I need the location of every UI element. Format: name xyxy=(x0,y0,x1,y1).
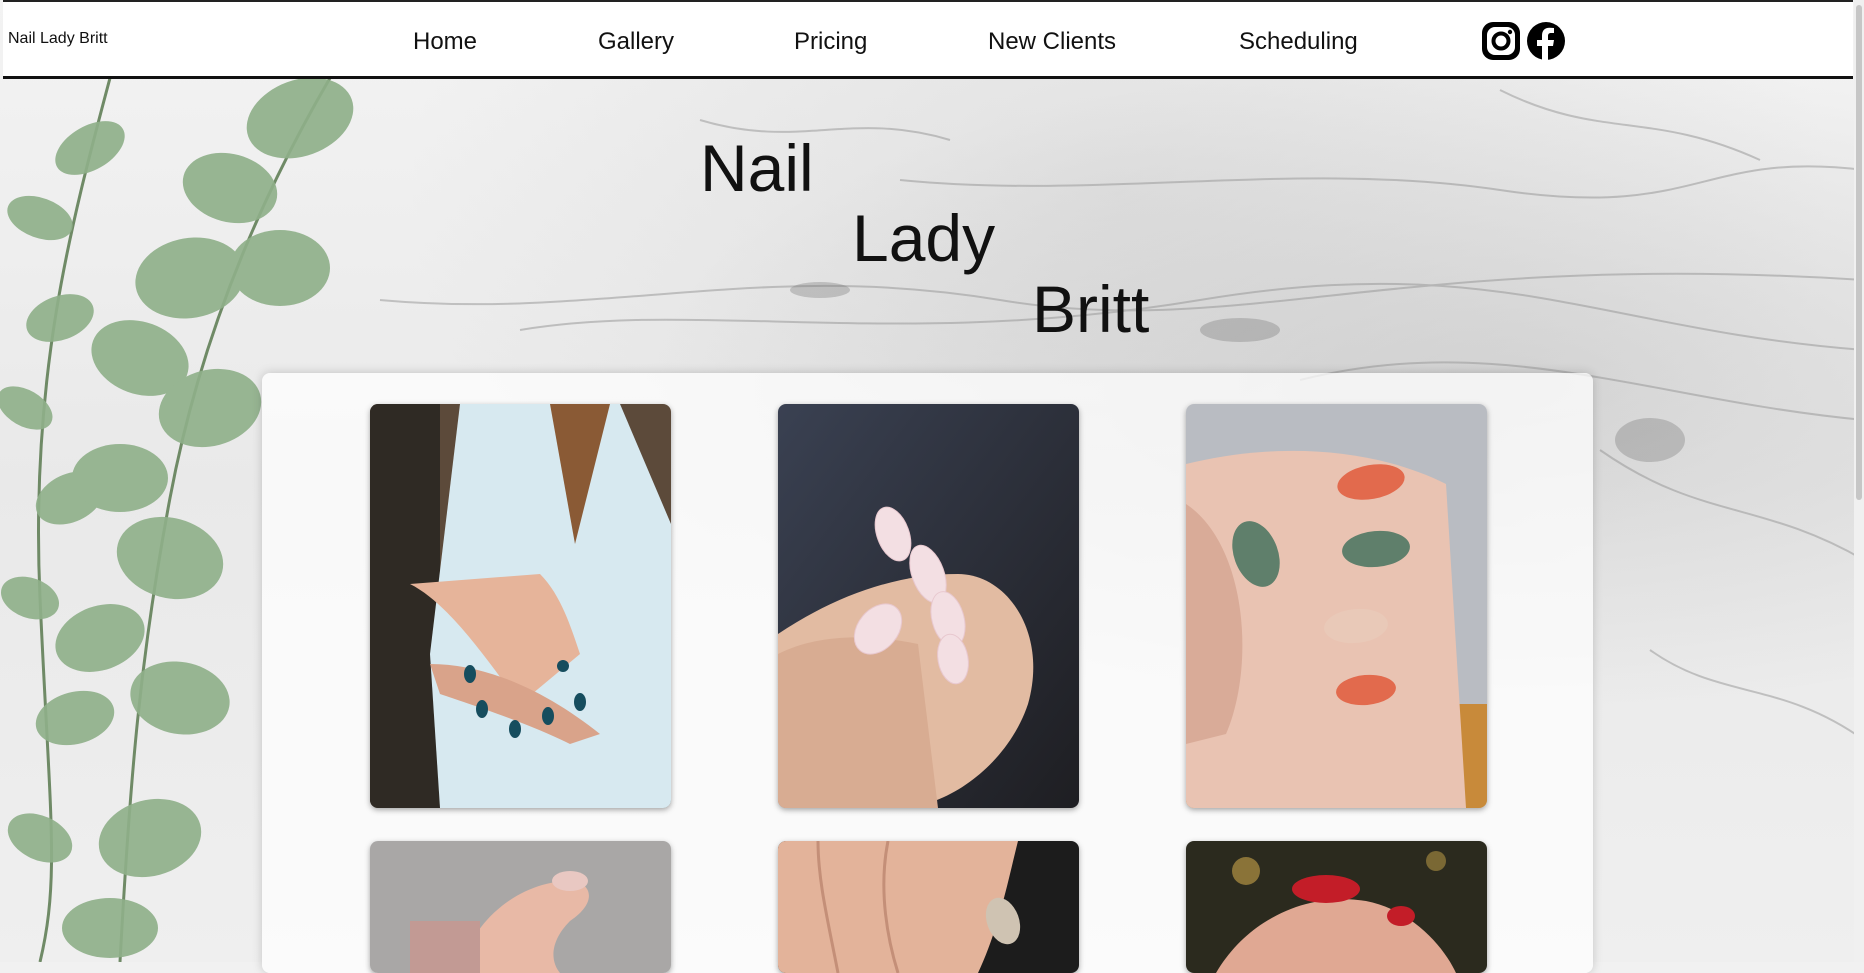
gallery-photo[interactable] xyxy=(370,404,671,808)
hero-title-line-3: Britt xyxy=(1032,272,1150,346)
scrollbar-thumb[interactable] xyxy=(1856,5,1862,500)
gallery-photo[interactable] xyxy=(778,404,1079,808)
nav-gallery[interactable]: Gallery xyxy=(598,28,674,56)
gallery-photo[interactable] xyxy=(1186,404,1487,808)
main-navigation: Home Gallery Pricing New Clients Schedul… xyxy=(3,24,1853,64)
page-scrollbar[interactable] xyxy=(1854,0,1864,962)
hero-title-line-2: Lady xyxy=(852,201,996,275)
gallery-photo[interactable] xyxy=(778,841,1079,973)
nav-new-clients[interactable]: New Clients xyxy=(988,28,1116,56)
gallery-photo[interactable] xyxy=(1186,841,1487,973)
instagram-icon[interactable] xyxy=(1480,20,1522,67)
gallery-photo[interactable] xyxy=(370,841,671,973)
hero-title-line-1: Nail xyxy=(700,131,814,205)
nav-pricing[interactable]: Pricing xyxy=(794,28,867,56)
top-header: Nail Lady Britt Home Gallery Pricing New… xyxy=(3,0,1853,79)
facebook-icon[interactable] xyxy=(1525,20,1567,67)
gallery-panel xyxy=(262,373,1593,973)
nav-scheduling[interactable]: Scheduling xyxy=(1239,28,1358,56)
nav-home[interactable]: Home xyxy=(413,28,477,56)
